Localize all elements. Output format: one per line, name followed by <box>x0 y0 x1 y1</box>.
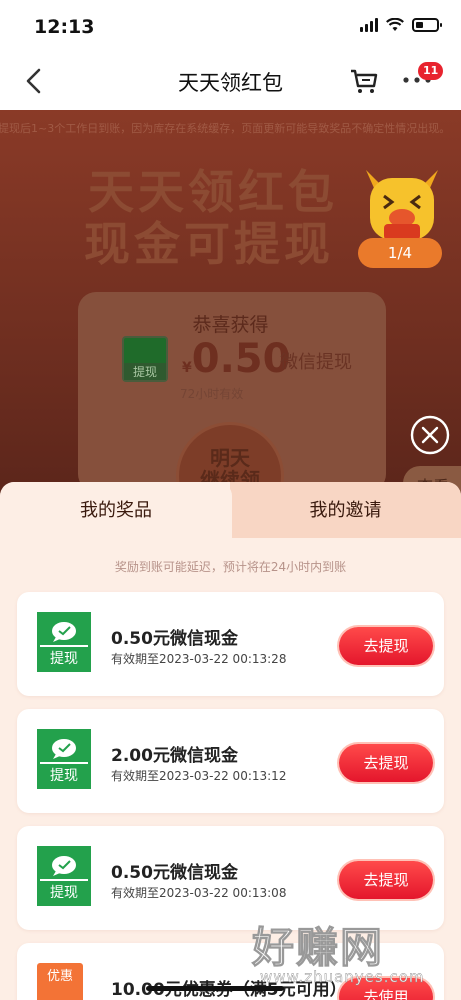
notification-badge: 11 <box>418 62 444 80</box>
mascot-counter: 1/4 <box>358 238 442 268</box>
background-card-title: 恭喜获得 <box>192 314 269 336</box>
home-indicator <box>146 986 284 991</box>
background-page: 提现后1~3个工作日到账，因为库存在系统缓存，页面更新可能导致奖品不确定性情况出… <box>0 110 461 510</box>
nav-bar: 天天领红包 11 <box>0 52 461 110</box>
background-validity: 72小时有效 <box>180 387 244 401</box>
battery-icon <box>412 18 442 32</box>
background-amount-label: 微信提现 <box>280 352 352 373</box>
watermark-logo: 好赚网 <box>251 923 385 973</box>
withdraw-button[interactable]: 去提现 <box>339 861 433 899</box>
background-notice: 提现后1~3个工作日到账，因为库存在系统缓存，页面更新可能导致奖品不确定性情况出… <box>0 122 451 135</box>
status-time: 12:13 <box>34 16 95 38</box>
wechat-icon: 提现 <box>37 729 91 789</box>
tab-bar: 我的邀请 我的奖品 <box>0 482 461 538</box>
watermark-url: www.zhuanyes.com <box>260 968 425 986</box>
wechat-icon: 提现 <box>37 846 91 906</box>
tab-my-prizes[interactable]: 我的奖品 <box>0 482 232 538</box>
prize-name: 2.00元微信现金 <box>111 746 238 766</box>
arrival-notice: 奖励到账可能延迟，预计将在24小时内到账 <box>114 560 347 574</box>
prize-sheet: 我的邀请 我的奖品 奖励到账可能延迟，预计将在24小时内到账 提现 0.50元微… <box>0 482 461 1000</box>
withdraw-button[interactable]: 去提现 <box>339 744 433 782</box>
signal-icon <box>360 18 378 32</box>
cart-icon[interactable] <box>349 67 379 95</box>
coupon-icon: 优惠 <box>37 963 83 1000</box>
prize-name: 0.50元微信现金 <box>111 629 238 649</box>
status-bar: 12:13 <box>0 0 461 52</box>
close-icon[interactable] <box>410 415 450 455</box>
prize-name: 0.50元微信现金 <box>111 863 238 883</box>
wechat-icon: 提现 <box>122 336 168 382</box>
page-title: 天天领红包 <box>178 71 283 95</box>
wechat-icon: 提现 <box>37 612 91 672</box>
background-amount: ¥0.50 <box>182 336 291 382</box>
background-headline-2: 现金可提现 <box>84 217 334 271</box>
prize-card: 提现 2.00元微信现金 有效期至2023-03-22 00:13:12 去提现 <box>17 709 444 813</box>
prize-expiry: 有效期至2023-03-22 00:13:12 <box>111 769 287 783</box>
wifi-icon <box>386 18 404 31</box>
prize-expiry: 有效期至2023-03-22 00:13:08 <box>111 886 287 900</box>
tab-my-invites[interactable]: 我的邀请 <box>230 482 461 538</box>
status-icons <box>360 18 442 32</box>
prize-expiry: 有效期至2023-03-22 00:13:28 <box>111 652 287 666</box>
withdraw-button[interactable]: 去提现 <box>339 627 433 665</box>
prize-card: 提现 0.50元微信现金 有效期至2023-03-22 00:13:28 去提现 <box>17 592 444 696</box>
